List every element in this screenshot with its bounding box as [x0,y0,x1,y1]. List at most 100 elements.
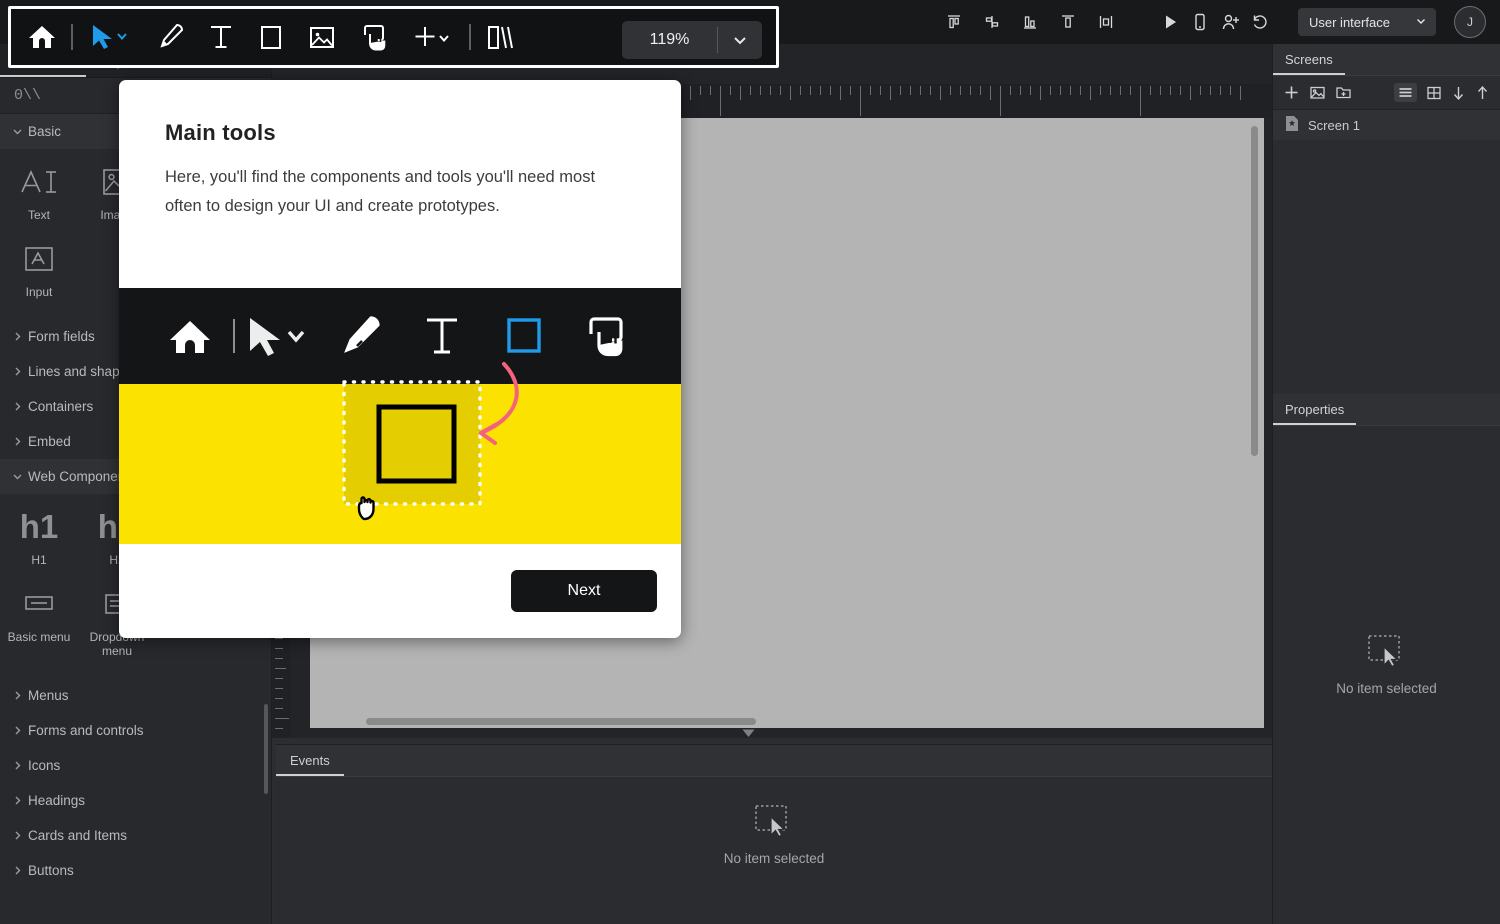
hand-cursor-icon [357,496,375,521]
text-tool-icon[interactable] [207,17,235,57]
ruler-tick [275,638,283,639]
align-center-horizontal-icon[interactable] [978,8,1006,36]
next-button[interactable]: Next [511,570,657,612]
sidebar-category-menus[interactable]: Menus [0,678,271,713]
ruler-tick [730,86,731,95]
onboarding-illustration [119,288,681,544]
sidebar-category-label: Forms and controls [28,723,144,738]
canvas-vertical-scrollbar[interactable] [1251,126,1258,456]
sidebar-item-basic-menu[interactable]: Basic menu [0,581,78,658]
chevron-down-icon[interactable] [718,33,762,47]
ruler-tick [1150,86,1151,95]
tab-events[interactable]: Events [276,746,344,776]
app-root: User interface J Elements Layers 0\\ [0,0,1500,924]
sidebar-category-buttons[interactable]: Buttons [0,853,271,888]
ruler-tick [840,86,841,100]
zoom-level-value: 119% [649,31,690,48]
undo-icon[interactable] [1246,8,1274,36]
pointer-arrow [479,362,519,435]
mobile-preview-icon[interactable] [1186,8,1214,36]
rectangle-tool-icon[interactable] [257,17,285,57]
chevron-right-icon [12,830,28,841]
align-top-icon[interactable] [940,8,968,36]
tab-properties[interactable]: Properties [1273,395,1357,425]
ruler-tick [275,668,286,669]
sidebar-item-h1[interactable]: h1 H1 [0,504,78,567]
add-folder-icon[interactable] [1335,84,1352,101]
ruler-tick [275,728,283,729]
ruler-tick [960,86,961,95]
avatar-initial: J [1467,15,1473,29]
ruler-tick [1170,86,1171,95]
sidebar-item-label: Basic menu [7,630,71,644]
chevron-right-icon [12,366,28,377]
sidebar-scrollbar[interactable] [264,704,268,794]
ruler-tick [275,688,283,689]
sort-down-icon[interactable] [1451,85,1466,101]
add-tool-icon[interactable] [411,17,455,57]
ruler-tick [740,86,741,100]
grid-view-icon[interactable] [1426,85,1442,101]
events-panel: Events No item selected [276,729,1272,924]
ruler-tick [1240,86,1241,100]
align-left-icon[interactable] [1016,8,1044,36]
add-image-screen-icon[interactable] [1309,84,1326,101]
chevron-down-icon [1415,15,1427,30]
ruler-tick [760,86,761,95]
sort-up-icon[interactable] [1475,85,1490,101]
sidebar-category-forms-and-controls[interactable]: Forms and controls [0,713,271,748]
ruler-tick [890,86,891,100]
tab-screens[interactable]: Screens [1273,45,1345,75]
ruler-tick [750,86,751,95]
properties-tabs: Properties [1273,394,1500,426]
ruler-tick [850,86,851,95]
ruler-tick [950,86,951,95]
screen-list-item[interactable]: Screen 1 [1273,110,1500,140]
select-tool-icon[interactable] [87,17,133,57]
components-icon[interactable] [485,17,517,57]
align-bottom-icon[interactable] [1054,8,1082,36]
add-screen-icon[interactable] [1283,84,1300,101]
properties-empty-state: No item selected [1273,634,1500,696]
chevron-right-icon [12,401,28,412]
ruler-tick [1090,86,1091,100]
sidebar-category-label: Cards and Items [28,828,128,843]
sidebar-category-cards-and-items[interactable]: Cards and Items [0,818,271,853]
play-preview-icon[interactable] [1156,8,1184,36]
share-user-icon[interactable] [1216,8,1244,36]
image-tool-icon[interactable] [307,17,337,57]
ruler-tick [990,86,991,100]
list-view-icon[interactable] [1394,83,1417,102]
input-icon [22,236,56,282]
sidebar-item-input[interactable]: Input [0,236,78,299]
toolbar-separator [71,24,73,50]
sidebar-item-text[interactable]: Text [0,159,78,222]
avatar[interactable]: J [1454,6,1486,38]
ruler-tick [780,86,781,95]
ruler-tick [900,86,901,95]
properties-empty-label: No item selected [1336,681,1437,696]
ruler-tick [880,86,881,95]
toolbar-separator-2 [469,24,471,50]
events-collapse-caret-icon[interactable] [742,729,755,741]
mode-selector-dropdown[interactable]: User interface [1298,8,1436,36]
canvas-horizontal-scrollbar[interactable] [366,718,756,725]
hotspot-tool-icon[interactable] [359,17,389,57]
ruler-tick [920,86,921,95]
sidebar-category-label: Basic [28,124,62,139]
chevron-right-icon [12,436,28,447]
sidebar-category-label: Form fields [28,329,95,344]
onboarding-title: Main tools [165,120,276,145]
selection-highlight [344,384,480,504]
ruler-tick [810,86,811,95]
zoom-control[interactable]: 119% [622,21,762,59]
ruler-tick [1100,86,1101,95]
screens-toolbar [1273,76,1500,110]
pen-tool-icon[interactable] [155,17,185,57]
home-icon[interactable] [27,17,57,57]
sidebar-category-headings[interactable]: Headings [0,783,271,818]
distribute-icon[interactable] [1092,8,1120,36]
ruler-tick [820,86,821,95]
ruler-tick [1200,86,1201,95]
sidebar-category-icons[interactable]: Icons [0,748,271,783]
